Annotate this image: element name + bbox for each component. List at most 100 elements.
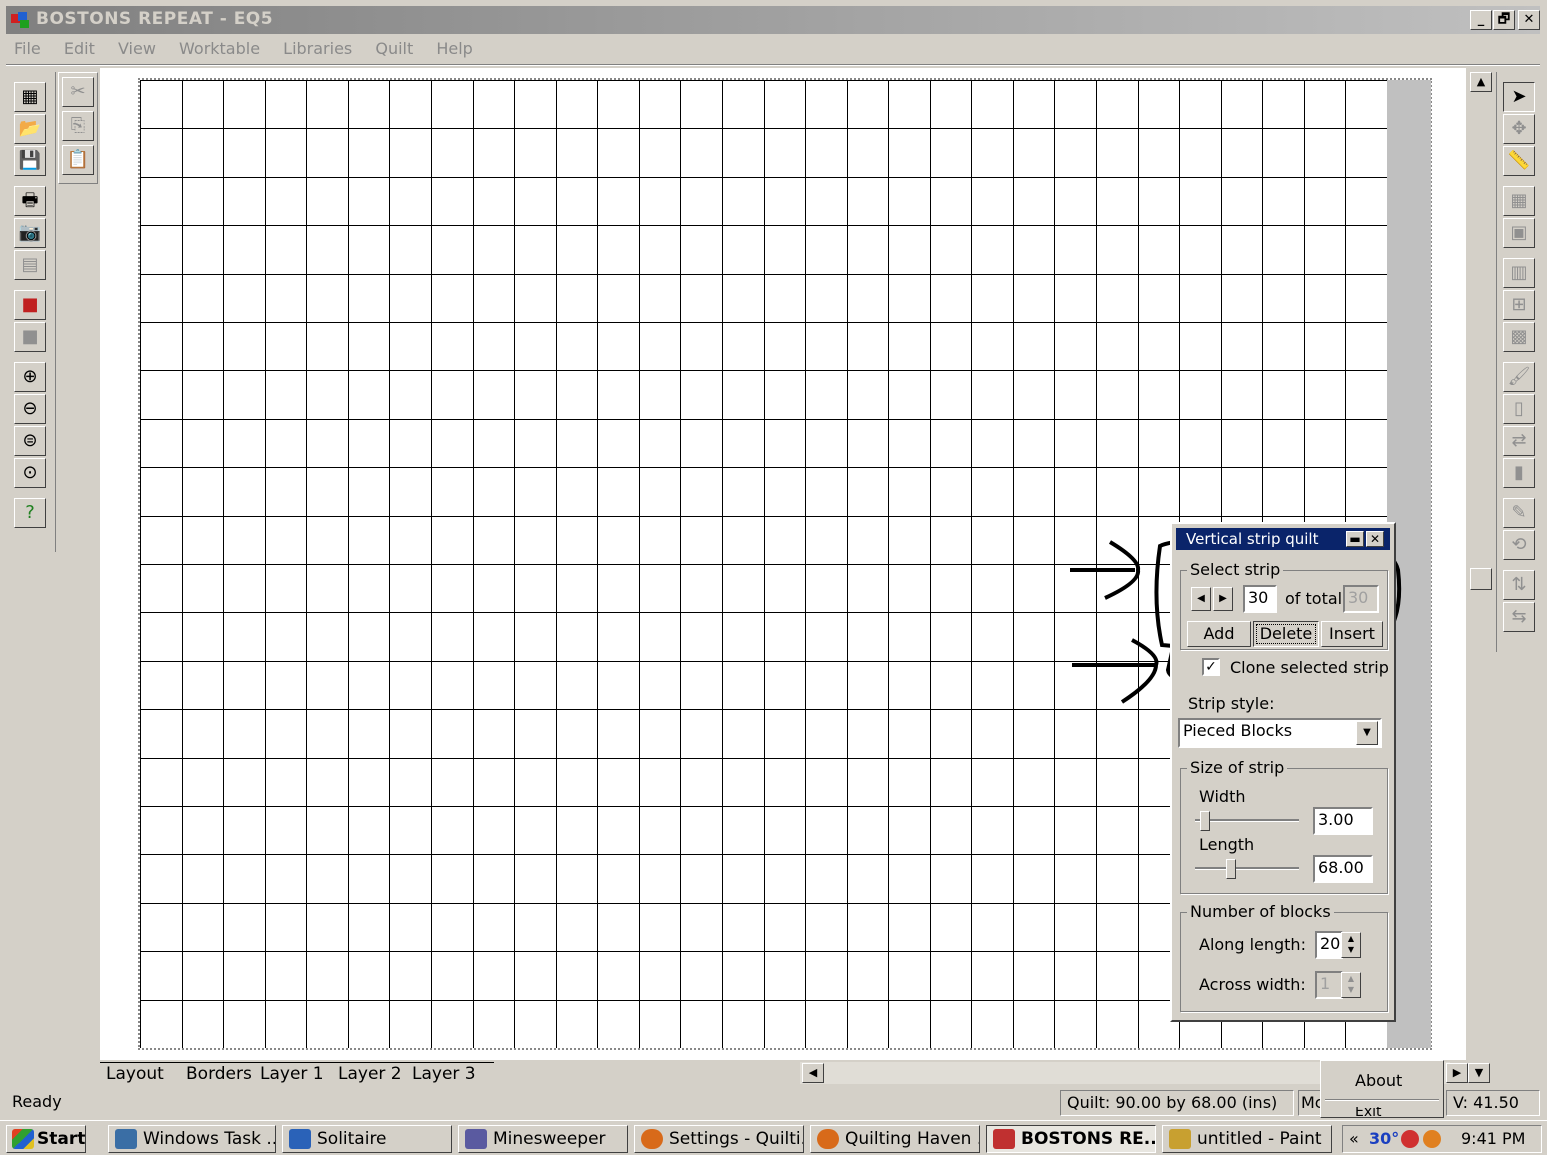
close-button[interactable]: ✕	[1518, 10, 1540, 30]
tray-app-icon[interactable]	[1401, 1130, 1419, 1148]
task-settings-quilting[interactable]: Settings - Quilti...	[634, 1125, 804, 1153]
task-label: Settings - Quilti...	[669, 1129, 804, 1149]
right-toolbar: ➤ ✥ 📏 ▦ ▣ ▥ ⊞ ▩ 🖌 ▯ ⇄ ▮ ✎ ⟲ ⇅ ⇆	[1496, 72, 1540, 652]
swatch-icon[interactable]: ■	[14, 322, 46, 352]
task-label: Solitaire	[317, 1129, 387, 1149]
menu-file[interactable]: File	[14, 36, 41, 62]
cut-icon[interactable]: ✂	[62, 77, 94, 107]
swap-icon[interactable]: ⇄	[1503, 426, 1535, 456]
help-icon[interactable]: ?	[14, 498, 46, 528]
restore-button[interactable]: 🗗	[1493, 10, 1515, 30]
menu-bar: File Edit View Worktable Libraries Quilt…	[6, 36, 1540, 64]
delete-strip-button[interactable]: Delete	[1253, 621, 1319, 647]
tab-layer-1[interactable]: Layer 1	[260, 1064, 324, 1084]
strip-style-select[interactable]: Pieced Blocks ▼	[1178, 718, 1382, 748]
scroll-down-button[interactable]: ▼	[1468, 1063, 1490, 1083]
insert-strip-button[interactable]: Insert	[1321, 621, 1383, 647]
scroll-up-button[interactable]: ▲	[1470, 72, 1492, 92]
block-tool-icon[interactable]: ▥	[1503, 258, 1535, 288]
scroll-left-button[interactable]: ◀	[802, 1063, 824, 1083]
eq5-icon	[993, 1129, 1015, 1149]
paintbrush-icon[interactable]: 🖌	[1503, 362, 1535, 392]
camera-icon[interactable]: 📷	[14, 218, 46, 248]
add-strip-button[interactable]: Add	[1187, 621, 1251, 647]
start-button[interactable]: Start	[6, 1125, 86, 1153]
strip-style-label: Strip style:	[1188, 694, 1275, 713]
tray-firefox-icon[interactable]	[1423, 1130, 1441, 1148]
next-strip-button[interactable]: ▶	[1213, 587, 1233, 611]
print-icon[interactable]: 🖶	[14, 186, 46, 216]
tray-weather[interactable]: 30°	[1369, 1126, 1399, 1152]
tab-layout[interactable]: Layout	[106, 1064, 164, 1084]
borders-tool-icon[interactable]: ▣	[1503, 218, 1535, 248]
task-solitaire[interactable]: Solitaire	[282, 1125, 452, 1153]
width-label: Width	[1199, 787, 1246, 806]
spraycan-icon[interactable]: ▯	[1503, 394, 1535, 424]
tab-layer-3[interactable]: Layer 3	[412, 1064, 476, 1084]
scroll-thumb[interactable]	[1470, 568, 1492, 590]
fabric-icon[interactable]: ■	[14, 290, 46, 320]
along-length-stepper[interactable]: ▲ ▼	[1341, 932, 1361, 958]
ruler-icon[interactable]: 📏	[1503, 146, 1535, 176]
new-quilt-icon[interactable]: ▦	[14, 82, 46, 112]
zoom-fit-icon[interactable]: ⊜	[14, 426, 46, 456]
zoom-out-icon[interactable]: ⊖	[14, 394, 46, 424]
pointer-icon[interactable]: ➤	[1503, 82, 1535, 112]
bucket-icon[interactable]: ▮	[1503, 458, 1535, 488]
minimize-button[interactable]: _	[1470, 10, 1492, 30]
menu-view[interactable]: View	[118, 36, 156, 62]
eyedropper-icon[interactable]: ✎	[1503, 498, 1535, 528]
task-paint[interactable]: untitled - Paint	[1162, 1125, 1332, 1153]
menu-edit[interactable]: Edit	[64, 36, 95, 62]
flip-icon[interactable]: ⇅	[1503, 570, 1535, 600]
gray-block-icon[interactable]: ▤	[14, 250, 46, 280]
menu-divider	[1325, 1099, 1439, 1101]
menu-help[interactable]: Help	[436, 36, 472, 62]
total-strips-field: 30	[1343, 585, 1379, 613]
chevron-down-icon[interactable]: ▼	[1356, 721, 1378, 745]
paste-icon[interactable]: 📋	[62, 145, 94, 175]
task-label: Minesweeper	[493, 1129, 606, 1149]
length-field[interactable]: 68.00	[1313, 855, 1373, 883]
width-field[interactable]: 3.00	[1313, 807, 1373, 835]
menu-quilt[interactable]: Quilt	[375, 36, 413, 62]
firefox-icon	[641, 1129, 663, 1149]
rotate-icon[interactable]: ⟲	[1503, 530, 1535, 560]
strip-number-field[interactable]: 30	[1243, 585, 1277, 613]
set-block-icon[interactable]: ⊞	[1503, 290, 1535, 320]
task-bostons-repeat[interactable]: BOSTONS RE...	[986, 1125, 1156, 1153]
vertical-scrollbar[interactable]: ▲	[1468, 68, 1494, 1060]
tab-layer-2[interactable]: Layer 2	[338, 1064, 402, 1084]
symmetry-icon[interactable]: ▩	[1503, 322, 1535, 352]
along-length-field[interactable]: 20	[1315, 931, 1343, 959]
menu-item-exit[interactable]: Exit	[1355, 1107, 1382, 1117]
save-icon[interactable]: 💾	[14, 146, 46, 176]
dialog-title[interactable]: Vertical strip quilt ▬ ✕	[1176, 528, 1390, 550]
width-slider-thumb[interactable]	[1200, 811, 1211, 831]
open-icon[interactable]: 📂	[14, 114, 46, 144]
of-total-label: of total:	[1285, 589, 1348, 608]
menu-item-about[interactable]: About	[1355, 1071, 1402, 1090]
length-slider-thumb[interactable]	[1226, 859, 1237, 879]
scroll-right-button[interactable]: ▶	[1446, 1063, 1468, 1083]
clone-strip-checkbox[interactable]: ✓	[1202, 658, 1220, 676]
dialog-minimize-button[interactable]: ▬	[1346, 531, 1364, 547]
prev-strip-button[interactable]: ◀	[1191, 587, 1211, 611]
task-minesweeper[interactable]: Minesweeper	[458, 1125, 628, 1153]
zoom-in-icon[interactable]: ⊕	[14, 362, 46, 392]
title-bar[interactable]: BOSTONS REPEAT - EQ5 _ 🗗 ✕	[6, 6, 1540, 34]
dialog-close-button[interactable]: ✕	[1366, 531, 1384, 547]
menu-libraries[interactable]: Libraries	[283, 36, 352, 62]
menu-worktable[interactable]: Worktable	[179, 36, 260, 62]
random-icon[interactable]: ⇆	[1503, 602, 1535, 632]
tray-expand-icon[interactable]: «	[1349, 1126, 1359, 1152]
task-quilting-haven[interactable]: Quilting Haven ...	[810, 1125, 980, 1153]
vertical-strip-dialog[interactable]: Vertical strip quilt ▬ ✕ Select strip ◀ …	[1170, 522, 1396, 1022]
task-windows-task-manager[interactable]: Windows Task ...	[108, 1125, 276, 1153]
adjust-tool-icon[interactable]: ✥	[1503, 114, 1535, 144]
copy-icon[interactable]: ⎘	[62, 111, 94, 141]
length-label: Length	[1199, 835, 1255, 854]
tab-borders[interactable]: Borders	[186, 1064, 252, 1084]
layout-tool-icon[interactable]: ▦	[1503, 186, 1535, 216]
zoom-page-icon[interactable]: ⊙	[14, 458, 46, 488]
